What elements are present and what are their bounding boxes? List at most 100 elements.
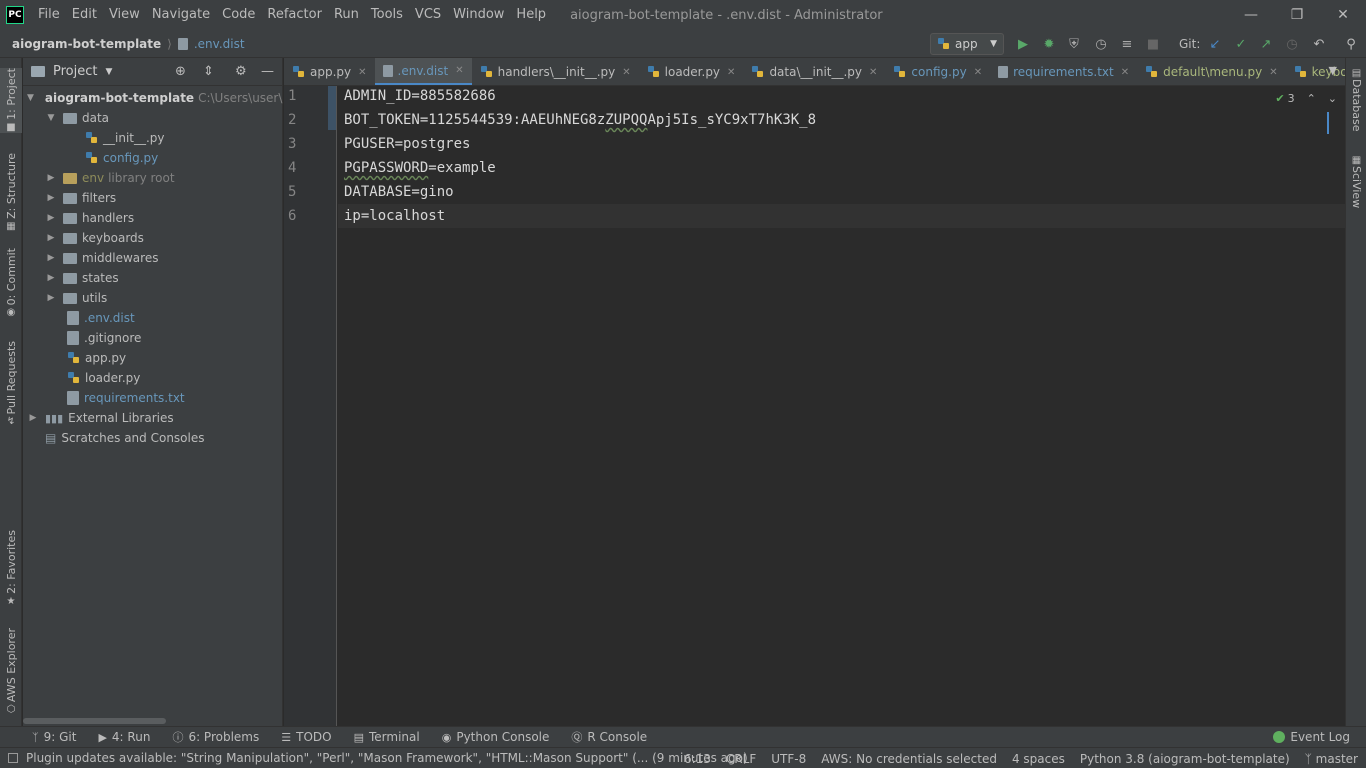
close-icon[interactable]: ✕	[1269, 67, 1277, 78]
git-rollback-icon[interactable]: ↶	[1311, 36, 1327, 52]
menu-run[interactable]: Run	[328, 0, 365, 30]
tree-item-keyboards[interactable]: ▶ keyboards	[23, 228, 283, 248]
menu-vcs[interactable]: VCS	[409, 0, 447, 30]
tab-handlers-init[interactable]: handlers\__init__.py ✕	[472, 58, 639, 85]
tree-item-app[interactable]: app.py	[23, 348, 283, 368]
tree-item-scratches[interactable]: ▤ Scratches and Consoles	[23, 428, 283, 448]
git-push-icon[interactable]: ↗	[1258, 36, 1274, 52]
close-icon[interactable]: ✕	[622, 67, 630, 78]
tree-item-states[interactable]: ▶ states	[23, 268, 283, 288]
tool-tab-aws[interactable]: AWS Explorer ⬡	[0, 628, 22, 715]
menu-file[interactable]: File	[32, 0, 66, 30]
git-history-icon[interactable]: ◷	[1284, 36, 1300, 52]
tab-requirements-txt[interactable]: requirements.txt ✕	[990, 58, 1137, 85]
tool-tab-commit[interactable]: 0: Commit ◉	[0, 248, 22, 318]
tree-item-data[interactable]: ▼ data	[23, 108, 283, 128]
close-icon[interactable]: ✕	[727, 67, 735, 78]
close-icon[interactable]: ✕	[358, 67, 366, 78]
inspection-widget[interactable]: ✔ 3 ⌃ ⌄	[1275, 92, 1337, 105]
horizontal-scrollbar[interactable]	[23, 718, 166, 724]
git-branch[interactable]: ᛉ master	[1305, 752, 1358, 766]
tree-item-gitignore[interactable]: .gitignore	[23, 328, 283, 348]
close-icon[interactable]: ✕	[1121, 67, 1129, 78]
tree-item-requirements[interactable]: requirements.txt	[23, 388, 283, 408]
tool-window-run[interactable]: ▶ 4: Run	[98, 730, 150, 744]
menu-window[interactable]: Window	[447, 0, 510, 30]
menu-code[interactable]: Code	[216, 0, 261, 30]
aws-credentials[interactable]: AWS: No credentials selected	[821, 752, 997, 766]
tab-config-py[interactable]: config.py ✕	[885, 58, 990, 85]
gear-icon[interactable]: ⚙	[235, 64, 247, 79]
collapse-all-icon[interactable]: ⇕	[203, 64, 214, 79]
tool-tab-favorites[interactable]: 2: Favorites ★	[0, 530, 22, 607]
tree-item-external-libraries[interactable]: ▶ ▮▮▮ External Libraries	[23, 408, 283, 428]
tree-item-envdist[interactable]: .env.dist	[23, 308, 283, 328]
tool-tab-pull-requests[interactable]: Pull Requests ↯	[0, 341, 22, 427]
line-separator[interactable]: CRLF	[726, 752, 756, 766]
menu-tools[interactable]: Tools	[365, 0, 409, 30]
tree-item-middlewares[interactable]: ▶ middlewares	[23, 248, 283, 268]
tool-tab-structure[interactable]: Z: Structure ▦	[0, 153, 22, 232]
breadcrumb-file[interactable]: .env.dist	[194, 37, 245, 51]
restore-icon[interactable]: ❐	[1274, 0, 1320, 30]
tree-item-config[interactable]: config.py	[23, 148, 283, 168]
tree-item-env[interactable]: ▶ env library root	[23, 168, 283, 188]
tab-default-menu-py[interactable]: default\menu.py ✕	[1137, 58, 1285, 85]
menu-edit[interactable]: Edit	[66, 0, 103, 30]
chevron-down-icon[interactable]: ⌄	[1328, 92, 1337, 105]
code-editor[interactable]: ADMIN_ID=885582686 BOT_TOKEN=1125544539:…	[338, 86, 1345, 726]
menu-refactor[interactable]: Refactor	[261, 0, 328, 30]
build-icon[interactable]: ≡	[1119, 36, 1135, 52]
tab-data-init[interactable]: data\__init__.py ✕	[743, 58, 885, 85]
tool-window-problems[interactable]: ⓘ 6: Problems	[172, 729, 259, 745]
project-view-select[interactable]: Project ▼	[31, 64, 112, 79]
status-message[interactable]: Plugin updates available: "String Manipu…	[8, 751, 748, 765]
search-icon[interactable]: ⚲	[1343, 36, 1359, 52]
tool-tab-sciview[interactable]: ▦ SciView	[1346, 153, 1366, 208]
tree-item-init[interactable]: __init__.py	[23, 128, 283, 148]
tool-window-terminal[interactable]: ▤ Terminal	[354, 730, 420, 744]
locate-icon[interactable]: ⊕	[175, 64, 186, 79]
run-config-select[interactable]: app ▼	[930, 33, 1004, 55]
git-update-icon[interactable]: ↙	[1207, 36, 1223, 52]
tool-tab-project[interactable]: 1: Project ■	[0, 68, 22, 133]
tool-window-git[interactable]: ᛉ 9: Git	[32, 730, 76, 744]
indent-setting[interactable]: 4 spaces	[1012, 752, 1065, 766]
tab-app-py[interactable]: app.py ✕	[284, 58, 375, 85]
tool-tab-database[interactable]: ▤ Database	[1346, 66, 1366, 132]
debug-icon[interactable]: ✹	[1041, 36, 1057, 52]
tree-item-root[interactable]: ▼ aiogram-bot-template C:\Users\user\Py	[23, 88, 283, 108]
minimize-icon[interactable]: —	[1228, 0, 1274, 30]
tool-window-todo[interactable]: ☰ TODO	[281, 730, 331, 744]
breadcrumb-project[interactable]: aiogram-bot-template	[12, 37, 161, 51]
close-icon[interactable]: ✕	[869, 67, 877, 78]
hide-icon[interactable]: —	[261, 64, 274, 79]
tab-env-dist[interactable]: .env.dist ✕	[374, 58, 472, 85]
tree-item-loader[interactable]: loader.py	[23, 368, 283, 388]
close-icon[interactable]: ✕	[455, 65, 463, 76]
menu-navigate[interactable]: Navigate	[146, 0, 216, 30]
env-file-icon	[67, 311, 79, 325]
coverage-icon[interactable]: ⛨	[1066, 36, 1082, 52]
tab-loader-py[interactable]: loader.py ✕	[639, 58, 744, 85]
run-icon[interactable]: ▶	[1015, 36, 1031, 52]
chevron-up-icon[interactable]: ⌃	[1307, 92, 1316, 105]
tree-item-filters[interactable]: ▶ filters	[23, 188, 283, 208]
menu-view[interactable]: View	[103, 0, 146, 30]
tool-window-event-log[interactable]: Event Log	[1273, 730, 1350, 744]
tree-item-utils[interactable]: ▶ utils	[23, 288, 283, 308]
close-icon[interactable]: ✕	[1320, 0, 1366, 30]
close-icon[interactable]: ✕	[974, 67, 982, 78]
python-interpreter[interactable]: Python 3.8 (aiogram-bot-template)	[1080, 752, 1290, 766]
caret-position[interactable]: 6:13	[684, 752, 711, 766]
tool-window-python-console[interactable]: ◉ Python Console	[442, 730, 550, 744]
git-commit-icon[interactable]: ✓	[1233, 36, 1249, 52]
tool-window-r-console[interactable]: Ⓠ R Console	[571, 729, 647, 745]
profile-icon[interactable]: ◷	[1093, 36, 1109, 52]
tree-item-data-label: data	[82, 111, 110, 125]
stop-icon[interactable]: ■	[1145, 36, 1161, 52]
tree-item-handlers[interactable]: ▶ handlers	[23, 208, 283, 228]
file-encoding[interactable]: UTF-8	[771, 752, 806, 766]
chevron-down-icon[interactable]: ▼	[1329, 64, 1337, 77]
menu-help[interactable]: Help	[510, 0, 552, 30]
